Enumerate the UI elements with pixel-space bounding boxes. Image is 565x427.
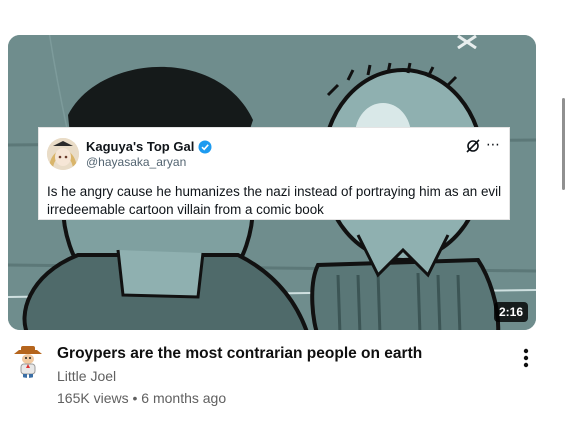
channel-name[interactable]: Little Joel <box>57 368 116 384</box>
upload-age: 6 months ago <box>141 390 227 406</box>
verified-badge-icon <box>198 140 212 153</box>
tweet-avatar <box>47 138 79 170</box>
view-count: 165K views <box>57 390 129 406</box>
grok-icon <box>466 139 480 153</box>
video-title[interactable]: Groypers are the most contrarian people … <box>57 345 422 363</box>
video-duration-badge: 2:16 <box>493 302 528 322</box>
embedded-tweet-card: Kaguya's Top Gal @hayasaka_aryan ⋯ Is he… <box>38 127 510 220</box>
tweet-handle: @hayasaka_aryan <box>86 155 187 169</box>
close-mark-icon <box>457 35 477 49</box>
tweet-display-name: Kaguya's Top Gal <box>86 139 212 154</box>
video-thumbnail[interactable]: Kaguya's Top Gal @hayasaka_aryan ⋯ Is he… <box>8 35 536 330</box>
more-horizontal-icon: ⋯ <box>486 136 501 152</box>
meta-separator: • <box>132 390 138 406</box>
more-vertical-icon[interactable] <box>519 347 533 369</box>
channel-avatar[interactable] <box>10 342 46 378</box>
tweet-display-name-text: Kaguya's Top Gal <box>86 139 195 154</box>
video-metadata: 165K views • 6 months ago <box>57 390 226 406</box>
tweet-text: Is he angry cause he humanizes the nazi … <box>47 184 502 217</box>
